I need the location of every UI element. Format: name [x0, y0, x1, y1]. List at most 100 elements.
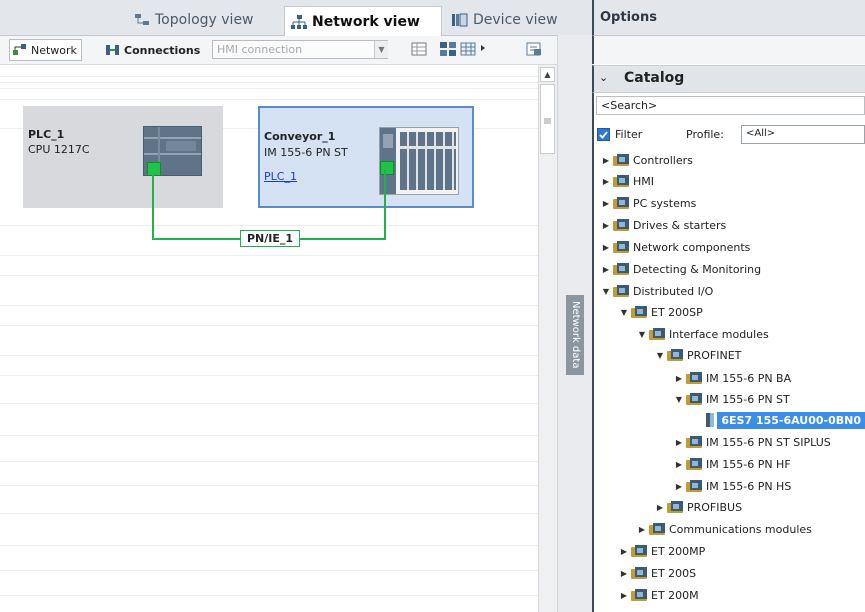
scroll-up-button[interactable]: ▲ — [540, 67, 555, 82]
expand-arrow-icon[interactable]: ▶ — [619, 591, 629, 600]
collapse-arrow-icon[interactable]: ▼ — [655, 351, 665, 360]
address-table-icon[interactable] — [411, 42, 427, 56]
folder-icon — [649, 328, 665, 340]
catalog-item-im155-6-pn-hf[interactable]: ▶ IM 155-6 PN HF — [674, 454, 791, 474]
expand-arrow-icon[interactable]: ▶ — [619, 569, 629, 578]
grid-options-dropdown-icon[interactable] — [480, 42, 486, 56]
folder-icon — [686, 458, 702, 470]
folder-icon — [686, 480, 702, 492]
catalog-item-im155-6-pn-st[interactable]: ▼ IM 155-6 PN ST — [674, 389, 790, 409]
catalog-item-interface-modules[interactable]: ▼ Interface modules — [637, 324, 769, 344]
folder-icon — [613, 263, 629, 275]
network-view-icon — [291, 14, 307, 29]
plc-name: PLC_1 — [28, 128, 65, 141]
chevron-down-icon[interactable]: ⌄ — [599, 71, 611, 85]
catalog-item-network-components[interactable]: ▶ Network components — [601, 237, 750, 257]
export-icon[interactable] — [526, 42, 542, 56]
folder-icon — [667, 501, 683, 513]
tab-topology-label: Topology view — [155, 12, 254, 28]
folder-icon — [631, 306, 647, 318]
plc-ethernet-port[interactable] — [147, 162, 161, 176]
expand-arrow-icon[interactable]: ▶ — [619, 547, 629, 556]
expand-arrow-icon[interactable]: ▶ — [601, 265, 611, 274]
folder-icon — [686, 372, 702, 384]
connections-label: Connections — [124, 43, 201, 57]
network-mode-label: Network — [31, 43, 77, 57]
folder-icon — [613, 241, 629, 253]
expand-arrow-icon[interactable]: ▶ — [674, 482, 684, 491]
collapse-arrow-icon[interactable]: ▼ — [601, 287, 611, 296]
network-mode-button[interactable]: Network — [9, 39, 82, 61]
conveyor-ethernet-port[interactable] — [380, 161, 394, 175]
expand-arrow-icon[interactable]: ▶ — [637, 525, 647, 534]
profile-label: Profile: — [686, 128, 724, 141]
scroll-grip-icon — [541, 115, 554, 124]
profile-select[interactable]: <All> — [741, 125, 865, 144]
folder-icon — [686, 436, 702, 448]
catalog-item-et200sp[interactable]: ▼ ET 200SP — [619, 302, 703, 322]
catalog-item-profinet[interactable]: ▼ PROFINET — [655, 345, 741, 365]
catalog-item-im155-6-pn-ba[interactable]: ▶ IM 155-6 PN BA — [674, 368, 791, 388]
catalog-item-distributed-io[interactable]: ▼ Distributed I/O — [601, 281, 713, 301]
filter-checkbox[interactable] — [597, 128, 610, 141]
tab-network-label: Network view — [312, 13, 420, 30]
expand-arrow-icon[interactable]: ▶ — [674, 374, 684, 383]
plc-type: CPU 1217C — [28, 143, 90, 156]
network-overview-icon[interactable] — [440, 42, 456, 56]
device-conveyor[interactable]: Conveyor_1 IM 155-6 PN ST PLC_1 — [258, 106, 474, 208]
options-bar — [592, 36, 865, 64]
catalog-item-im155-6-pn-st-siplus[interactable]: ▶ IM 155-6 PN ST SIPLUS — [674, 432, 831, 452]
device-plc[interactable]: PLC_1 CPU 1217C — [23, 106, 223, 208]
expand-arrow-icon[interactable]: ▶ — [601, 177, 611, 186]
conveyor-plc-link[interactable]: PLC_1 — [264, 170, 297, 183]
catalog-item-6es7-155-6au00-0bn0[interactable]: 6ES7 155-6AU00-0BN0 — [706, 410, 865, 430]
folder-icon — [686, 393, 702, 405]
folder-icon — [613, 219, 629, 231]
tab-device-label: Device view — [473, 12, 558, 28]
expand-arrow-icon[interactable]: ▶ — [601, 199, 611, 208]
catalog-item-et200s[interactable]: ▶ ET 200S — [619, 563, 696, 583]
catalog-item-communications-modules[interactable]: ▶ Communications modules — [637, 519, 812, 539]
options-title: Options — [600, 10, 657, 25]
expand-arrow-icon[interactable]: ▶ — [674, 460, 684, 469]
catalog-item-hmi[interactable]: ▶ HMI — [601, 171, 654, 191]
collapse-arrow-icon[interactable]: ▼ — [674, 395, 684, 404]
connections-icon — [106, 44, 120, 56]
tab-topology-view[interactable]: Topology view — [128, 6, 276, 34]
subnet-label[interactable]: PN/IE_1 — [240, 230, 300, 247]
folder-icon — [649, 523, 665, 535]
topology-icon — [134, 13, 150, 27]
expand-arrow-icon[interactable]: ▶ — [655, 503, 665, 512]
catalog-item-et200m[interactable]: ▶ ET 200M — [619, 585, 699, 605]
grid-view-icon[interactable] — [460, 42, 476, 56]
catalog-title: Catalog — [624, 70, 685, 86]
network-toolbar: Network Connections HMI connection ▼ — [0, 36, 570, 65]
folder-icon — [631, 567, 647, 579]
device-view-icon — [452, 13, 468, 27]
collapse-arrow-icon[interactable]: ▼ — [619, 308, 629, 317]
catalog-item-im155-6-pn-hs[interactable]: ▶ IM 155-6 PN HS — [674, 476, 791, 496]
expand-arrow-icon[interactable]: ▶ — [601, 243, 611, 252]
connection-type-dropdown-button[interactable]: ▼ — [374, 41, 388, 58]
catalog-search-input[interactable]: <Search> — [596, 96, 865, 115]
folder-icon — [631, 545, 647, 557]
connections-button[interactable]: Connections — [106, 39, 200, 61]
connection-type-select[interactable]: HMI connection — [212, 40, 388, 59]
catalog-item-drives-starters[interactable]: ▶ Drives & starters — [601, 215, 726, 235]
folder-icon — [613, 175, 629, 187]
folder-icon — [613, 197, 629, 209]
catalog-item-profibus[interactable]: ▶ PROFIBUS — [655, 497, 742, 517]
catalog-item-detecting-monitoring[interactable]: ▶ Detecting & Monitoring — [601, 259, 761, 279]
folder-icon — [631, 589, 647, 601]
catalog-item-controllers[interactable]: ▶ Controllers — [601, 150, 693, 170]
expand-arrow-icon[interactable]: ▶ — [674, 438, 684, 447]
tab-device-view[interactable]: Device view — [446, 6, 586, 34]
catalog-item-et200mp[interactable]: ▶ ET 200MP — [619, 541, 705, 561]
network-data-label: Network data — [570, 301, 581, 369]
catalog-item-pc-systems[interactable]: ▶ PC systems — [601, 193, 696, 213]
collapse-arrow-icon[interactable]: ▼ — [637, 330, 647, 339]
folder-icon — [613, 285, 629, 297]
expand-arrow-icon[interactable]: ▶ — [601, 156, 611, 165]
tab-network-view[interactable]: Network view — [284, 6, 442, 36]
expand-arrow-icon[interactable]: ▶ — [601, 221, 611, 230]
